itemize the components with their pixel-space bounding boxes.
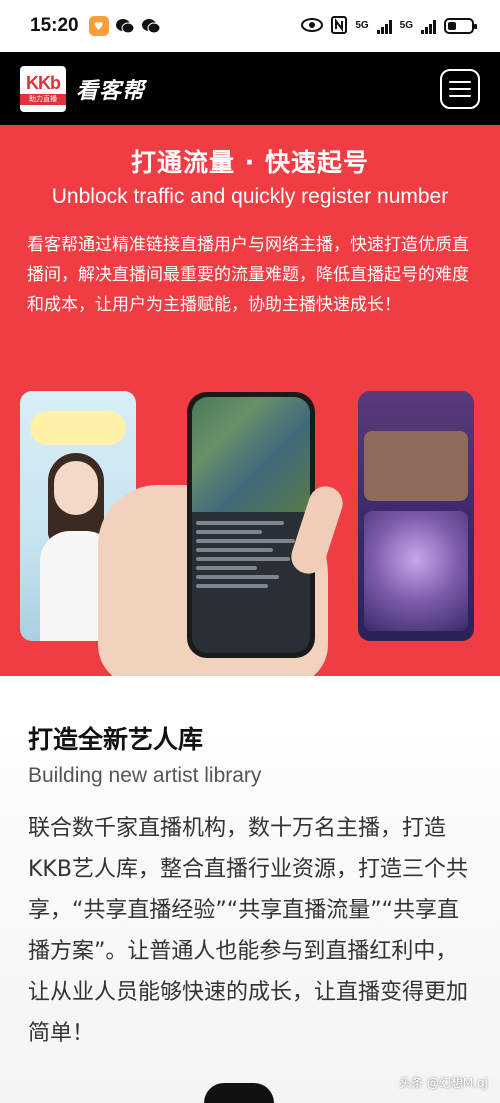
status-right: 5G 5G xyxy=(301,15,477,37)
battery-icon xyxy=(444,18,477,34)
wechat-icon xyxy=(115,16,135,36)
hero-section: 打通流量 · 快速起号 Unblock traffic and quickly … xyxy=(0,125,500,676)
logo-text: KKb xyxy=(26,73,61,93)
chat-line-shape xyxy=(196,584,268,588)
hero-title: 打通流量 · 快速起号 xyxy=(131,148,369,177)
site-header: KKb 助力直播 看客帮 xyxy=(0,52,500,125)
logo[interactable]: KKb 助力直播 xyxy=(20,65,66,112)
network-type-1: 5G xyxy=(355,20,369,31)
chat-line-shape xyxy=(196,530,262,534)
wechat-icon-2 xyxy=(141,16,161,36)
phone-screen xyxy=(192,397,310,653)
chat-line-shape xyxy=(196,557,290,561)
livestream-show-image xyxy=(358,391,474,641)
eye-icon xyxy=(301,17,324,35)
chat-line-shape xyxy=(196,539,295,543)
status-bar: 15:20 ♥ 5G 5G xyxy=(0,0,500,52)
nfc-icon xyxy=(331,15,348,37)
chat-line-shape xyxy=(196,566,257,570)
chat-area-shape xyxy=(192,512,310,653)
hamburger-line xyxy=(449,94,471,97)
notification-icons: ♥ xyxy=(88,16,161,36)
phone-image xyxy=(187,392,315,658)
menu-button[interactable] xyxy=(440,68,480,109)
status-time: 15:20 xyxy=(30,15,79,36)
promo-banner-shape xyxy=(30,411,126,445)
decorative-shape xyxy=(204,1083,274,1103)
artist-section-description: 联合数千家直播机构，数十万名主播，打造KKB艺人库，整合直播行业资源，打造三个共… xyxy=(28,816,469,1046)
logo-subtext: 助力直播 xyxy=(20,94,66,105)
chat-line-shape xyxy=(196,548,273,552)
chat-line-shape xyxy=(196,575,279,579)
game-stream-shape xyxy=(192,397,310,512)
signal-icon-1 xyxy=(376,18,392,34)
artist-section-subtitle: Building new artist library xyxy=(28,764,262,787)
watermark: 头条 @幻想M.qj xyxy=(399,1076,488,1090)
artist-library-section: 打造全新艺人库 Building new artist library 联合数千… xyxy=(0,676,500,1103)
streamers-grid-shape xyxy=(364,431,468,501)
hamburger-line xyxy=(449,80,471,83)
hero-subtitle: Unblock traffic and quickly register num… xyxy=(51,185,449,208)
artist-section-title: 打造全新艺人库 xyxy=(28,725,204,754)
app-notification-icon: ♥ xyxy=(88,16,109,36)
network-type-2: 5G xyxy=(399,20,413,31)
streamer-face-shape xyxy=(54,461,98,515)
brand-name: 看客帮 xyxy=(76,78,146,104)
signal-icon-2 xyxy=(421,18,436,34)
stage-shape xyxy=(364,511,468,631)
hamburger-line xyxy=(449,87,471,90)
hero-description: 看客帮通过精准链接直播用户与网络主播，快速打造优质直播间，解决直播间最重要的流量… xyxy=(27,235,469,315)
chat-line-shape xyxy=(196,521,284,525)
